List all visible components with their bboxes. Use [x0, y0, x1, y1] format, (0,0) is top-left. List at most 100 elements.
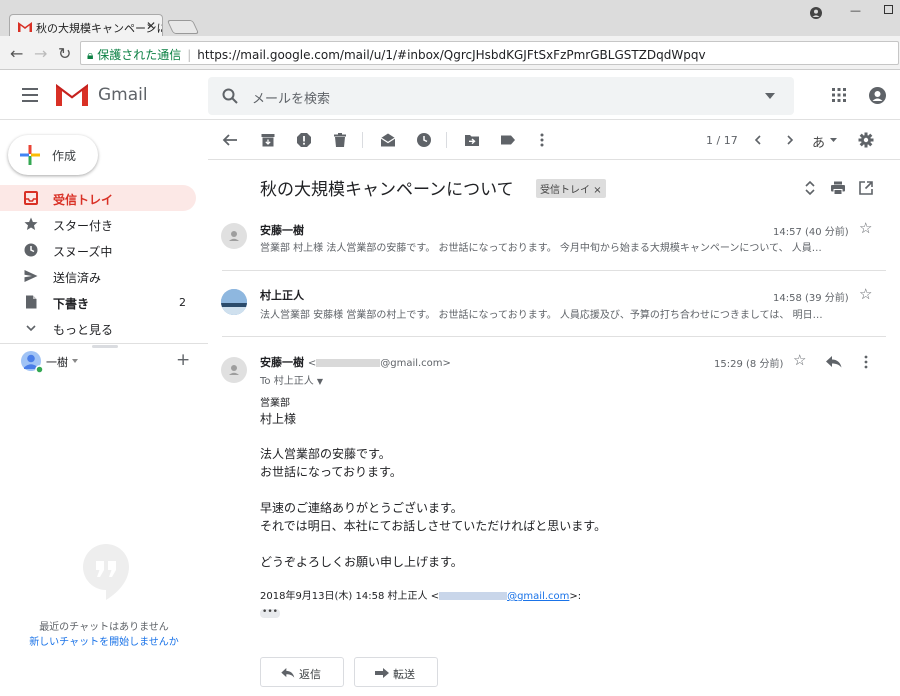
redacted-email [316, 359, 381, 367]
message-divider [222, 270, 886, 271]
input-tools-caret-icon[interactable] [830, 138, 837, 142]
browser-tab[interactable]: 秋の大規模キャンペーンについて ✕ [9, 14, 163, 38]
search-options-icon[interactable] [765, 93, 775, 99]
inbox-label-chip[interactable]: 受信トレイ × [536, 179, 606, 198]
person-icon [229, 231, 239, 241]
quoted-email-link[interactable]: @gmail.com [439, 591, 569, 602]
new-tab-button[interactable] [166, 20, 200, 34]
reload-icon[interactable]: ↻ [58, 44, 71, 63]
lock-icon: 🔒︎ [87, 48, 94, 62]
collapsed-message[interactable]: 村上正人 14:58 (39 分前) ☆ 法人営業部 安藤様 営業部の村上です。… [208, 274, 900, 334]
account-avatar-icon[interactable] [869, 87, 886, 104]
sender-email-suffix: @gmail.com> [380, 358, 451, 369]
more-vert-icon[interactable] [864, 355, 868, 369]
new-chat-plus-icon[interactable]: + [176, 350, 190, 370]
star-icon[interactable]: ☆ [859, 285, 872, 303]
app-name: Gmail [98, 85, 148, 105]
reply-icon [281, 668, 295, 678]
expand-all-icon[interactable] [802, 180, 818, 196]
thread-subject: 秋の大規模キャンペーンについて [260, 180, 514, 200]
reply-icon[interactable] [826, 356, 842, 368]
back-to-inbox-icon[interactable] [222, 132, 238, 148]
minimize-icon[interactable]: — [850, 4, 861, 17]
quoted-header: 2018年9月13日(木) 14:58 村上正人 < @gmail.com>: [260, 587, 581, 602]
clock-icon [24, 243, 38, 257]
main-menu-icon[interactable] [22, 88, 38, 106]
move-to-icon[interactable] [464, 132, 480, 148]
sidebar-divider [0, 343, 208, 344]
address-bar-row: ← → ↻ 🔒︎ 保護された通信 | https://mail.google.com… [0, 36, 900, 70]
start-chat-link[interactable]: 新しいチャットを開始しませんか [0, 633, 208, 648]
sender-name: 安藤一樹 [260, 224, 304, 237]
page-count: 1 / 17 [706, 134, 738, 147]
apps-grid-icon[interactable] [832, 88, 846, 102]
sidebar-item-drafts[interactable]: 下書き 2 [0, 289, 196, 315]
newer-chevron-icon[interactable] [750, 132, 766, 148]
browser-titlebar: 秋の大規模キャンペーンについて ✕ — [0, 0, 900, 38]
chat-account-name[interactable]: 一樹 [46, 354, 68, 370]
sidebar-item-snoozed[interactable]: スヌーズ中 [0, 237, 196, 263]
profile-icon[interactable] [810, 7, 822, 19]
secure-label: 保護された通信 [97, 48, 182, 62]
search-box[interactable]: メールを検索 [208, 77, 794, 115]
sidebar-item-more[interactable]: もっと見る [0, 315, 196, 341]
more-vert-icon[interactable] [534, 132, 550, 148]
tab-close-icon[interactable]: ✕ [146, 19, 156, 33]
sidebar-item-label: スヌーズ中 [53, 245, 113, 259]
star-icon[interactable]: ☆ [793, 351, 806, 369]
body-line: お世話になっております。 [260, 465, 402, 479]
send-icon [24, 270, 38, 282]
quote-prefix: 2018年9月13日(木) 14:58 村上正人 < [260, 591, 440, 602]
label-icon[interactable] [500, 132, 516, 148]
search-icon [222, 88, 238, 104]
sender-email: < @gmail.com> [307, 358, 451, 369]
message-time: 14:58 (39 分前) [773, 293, 849, 304]
open-new-window-icon[interactable] [858, 180, 874, 196]
sidebar: 作成 受信トレイ スター付き スヌーズ中 送信済み 下書き 2 もっと見る 一樹… [0, 120, 208, 696]
forward-arrow-icon[interactable]: → [34, 44, 47, 63]
body-line: 営業部 [260, 398, 290, 409]
mark-unread-icon[interactable] [380, 132, 396, 148]
sidebar-item-label: 送信済み [53, 271, 102, 285]
show-trimmed-content-button[interactable]: ••• [260, 608, 280, 618]
url-field[interactable]: 🔒︎ 保護された通信 | https://mail.google.com/mail/… [80, 41, 899, 65]
star-icon[interactable]: ☆ [859, 219, 872, 237]
no-chats-text: 最近のチャットはありません [39, 622, 169, 633]
toolbar-separator [362, 132, 363, 148]
compose-label: 作成 [52, 149, 77, 163]
drafts-count: 2 [179, 296, 186, 309]
print-icon[interactable] [830, 180, 846, 196]
caret-down-icon[interactable] [72, 359, 78, 363]
input-tools-button[interactable]: あ [812, 132, 825, 151]
sidebar-item-inbox[interactable]: 受信トレイ [0, 185, 196, 211]
archive-icon[interactable] [260, 132, 276, 148]
snooze-icon[interactable] [416, 132, 432, 148]
delete-icon[interactable] [332, 132, 348, 148]
maximize-icon[interactable] [884, 5, 893, 14]
search-input[interactable]: メールを検索 [252, 88, 330, 107]
remove-label-icon[interactable]: × [593, 185, 601, 196]
gmail-logo-icon [56, 84, 88, 106]
recipients[interactable]: To 村上正人 ▼ [260, 372, 323, 387]
reply-button[interactable]: 返信 [260, 657, 344, 687]
tab-title: 秋の大規模キャンペーンについて [36, 22, 162, 35]
sidebar-item-sent[interactable]: 送信済み [0, 263, 196, 289]
body-line: 村上様 [260, 412, 297, 426]
landscape-photo-icon [221, 289, 247, 315]
older-chevron-icon[interactable] [782, 132, 798, 148]
collapsed-message[interactable]: 安藤一樹 14:57 (40 分前) ☆ 営業部 村上様 法人営業部の安藤です。… [208, 210, 900, 270]
open-message-sender: 安藤一樹 < @gmail.com> [260, 354, 451, 370]
chevron-down-icon [26, 325, 36, 332]
forward-button[interactable]: 転送 [354, 657, 438, 687]
settings-gear-icon[interactable] [858, 132, 874, 148]
drag-handle[interactable] [92, 345, 118, 348]
report-spam-icon[interactable] [296, 132, 312, 148]
compose-button[interactable]: 作成 [8, 135, 98, 175]
inbox-icon [24, 191, 38, 205]
sender-avatar [221, 289, 247, 315]
back-arrow-icon[interactable]: ← [10, 44, 23, 63]
reply-label: 返信 [299, 668, 321, 681]
sender-avatar [221, 357, 247, 383]
sidebar-item-starred[interactable]: スター付き [0, 211, 196, 237]
message-divider [222, 336, 886, 337]
